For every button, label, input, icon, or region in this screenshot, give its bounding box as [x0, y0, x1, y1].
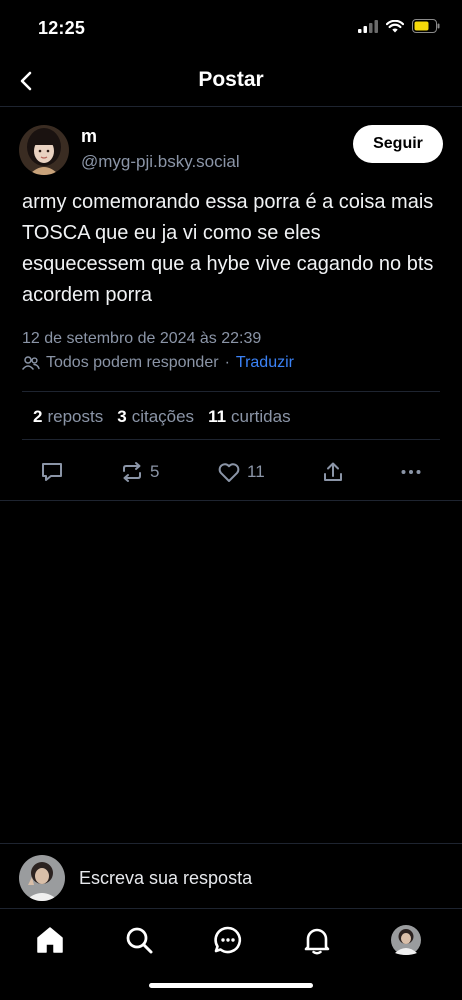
reposts-label[interactable]: reposts	[47, 407, 103, 427]
share-button[interactable]	[321, 455, 345, 489]
status-icons	[358, 19, 440, 33]
repost-count: 5	[150, 462, 160, 481]
people-icon	[22, 356, 40, 370]
heart-icon	[218, 463, 240, 482]
page-title: Postar	[198, 68, 264, 91]
tab-notifications[interactable]	[299, 922, 335, 958]
more-button[interactable]	[399, 455, 423, 489]
author-name[interactable]: m	[81, 126, 97, 147]
reply-setting-label: Todos podem responder	[46, 354, 219, 371]
post-date: 12 de setembro de 2024 às 22:39	[22, 330, 262, 347]
header-divider	[0, 106, 462, 107]
home-indicator	[149, 983, 313, 988]
search-icon	[126, 927, 153, 954]
separator-dot: ·	[224, 354, 230, 371]
quotes-label[interactable]: citações	[132, 407, 194, 427]
post-stats: 2 reposts 3 citações 11 curtidas	[33, 407, 305, 427]
quotes-count[interactable]: 3	[117, 407, 126, 427]
likes-count[interactable]: 11	[208, 407, 226, 427]
reposts-count[interactable]: 2	[33, 407, 42, 427]
reply-button[interactable]	[40, 455, 64, 489]
stats-bottom-divider	[22, 439, 440, 440]
more-icon	[401, 470, 421, 474]
battery-icon	[412, 19, 440, 33]
home-icon	[37, 927, 63, 953]
tab-profile[interactable]	[388, 922, 424, 958]
tab-search[interactable]	[121, 922, 157, 958]
tab-home[interactable]	[32, 922, 68, 958]
avatar-image	[19, 125, 69, 175]
reply-input[interactable]: Escreva sua resposta	[79, 868, 252, 889]
bell-icon	[304, 928, 330, 955]
translate-link[interactable]: Traduzir	[236, 354, 294, 372]
reply-icon	[42, 463, 62, 481]
chat-icon	[214, 926, 242, 954]
post-bottom-divider	[0, 500, 462, 501]
status-time: 12:25	[38, 18, 86, 38]
like-count: 11	[247, 462, 265, 481]
profile-avatar	[391, 925, 421, 955]
like-button[interactable]: 11	[217, 455, 265, 489]
signal-icon	[358, 19, 378, 33]
avatar-image	[19, 855, 65, 901]
likes-label[interactable]: curtidas	[231, 407, 291, 427]
wifi-icon	[386, 19, 404, 32]
reply-bar-top-divider	[0, 843, 462, 844]
tab-chat[interactable]	[210, 922, 246, 958]
stats-top-divider	[22, 391, 440, 392]
tab-bar-top-divider	[0, 908, 462, 909]
author-avatar[interactable]	[19, 125, 69, 175]
post-text: army comemorando essa porra é a coisa ma…	[22, 191, 434, 306]
share-icon	[324, 462, 342, 481]
repost-button[interactable]: 5	[120, 455, 159, 489]
repost-icon	[123, 462, 141, 482]
follow-button[interactable]: Seguir	[353, 125, 443, 163]
current-user-avatar	[19, 855, 65, 901]
reply-setting: Todos podem responder · Traduzir	[22, 354, 294, 372]
author-handle[interactable]: @myg-pji.bsky.social	[81, 152, 240, 172]
post-actions: 5 11	[0, 455, 462, 489]
